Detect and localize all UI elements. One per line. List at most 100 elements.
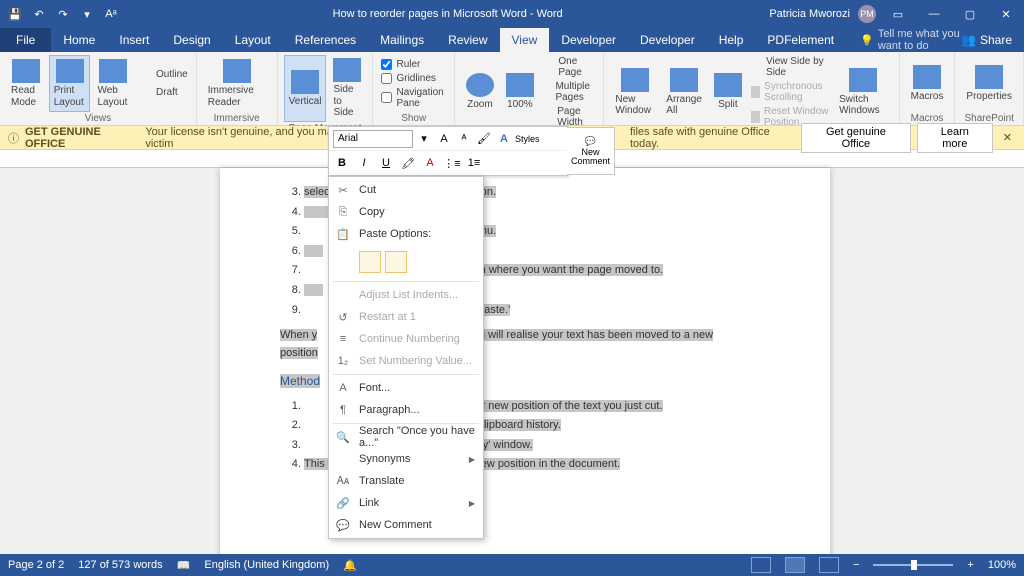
font-color2-icon[interactable]: A — [421, 154, 439, 172]
accessibility-icon[interactable]: 🔔 — [343, 559, 357, 572]
ctx-translate[interactable]: 🗛Translate — [329, 470, 483, 492]
zoom-out-icon[interactable]: − — [853, 559, 859, 571]
side-to-side-button[interactable]: Side to Side — [328, 55, 366, 122]
zoom-level[interactable]: 100% — [988, 559, 1016, 571]
maximize-icon[interactable]: ▢ — [956, 0, 984, 28]
tab-home[interactable]: Home — [51, 28, 107, 52]
draft-button[interactable]: Draft — [136, 85, 190, 101]
learn-more-button[interactable]: Learn more — [917, 123, 993, 153]
numbering-icon[interactable]: 1≡ — [465, 154, 483, 172]
macros-button[interactable]: Macros — [906, 55, 949, 112]
font-name-box[interactable]: Arial — [333, 130, 413, 148]
paste-keep-source-icon[interactable] — [359, 251, 381, 273]
read-mode-button[interactable]: Read Mode — [6, 55, 47, 112]
tab-view[interactable]: View — [500, 28, 550, 52]
paste-text-only-icon[interactable] — [385, 251, 407, 273]
zoom-slider[interactable] — [873, 564, 953, 566]
web-layout-view-icon[interactable] — [819, 557, 839, 573]
print-layout-button[interactable]: Print Layout — [49, 55, 91, 112]
gridlines-checkbox[interactable]: Gridlines — [379, 72, 447, 85]
status-bar: Page 2 of 2 127 of 573 words 📖 English (… — [0, 554, 1024, 576]
font-qa-icon[interactable]: Aᵃ — [100, 3, 122, 25]
switch-windows-button[interactable]: Switch Windows — [834, 55, 893, 129]
close-icon[interactable]: ✕ — [992, 0, 1020, 28]
multi-page-button[interactable]: Multiple Pages — [541, 80, 597, 104]
read-mode-view-icon[interactable] — [751, 557, 771, 573]
ctx-font[interactable]: AFont... — [329, 377, 483, 399]
highlight-icon[interactable]: 🖍 — [399, 154, 417, 172]
document-page[interactable]: selected, release the left mouse button.… — [220, 168, 830, 554]
font-icon: A — [335, 380, 351, 396]
tab-layout[interactable]: Layout — [223, 28, 283, 52]
language-indicator[interactable]: English (United Kingdom) — [204, 559, 329, 571]
web-layout-button[interactable]: Web Layout — [92, 55, 134, 112]
ctx-copy[interactable]: ⎘Copy — [329, 201, 483, 223]
window-title: How to reorder pages in Microsoft Word -… — [126, 8, 769, 20]
get-genuine-button[interactable]: Get genuine Office — [801, 123, 911, 153]
qa-more-icon[interactable]: ▾ — [76, 3, 98, 25]
bullets-icon[interactable]: ⋮≡ — [443, 154, 461, 172]
one-page-button[interactable]: One Page — [541, 55, 597, 79]
page-indicator[interactable]: Page 2 of 2 — [8, 559, 64, 571]
avatar[interactable]: PM — [858, 5, 876, 23]
zoom-in-icon[interactable]: + — [967, 559, 973, 571]
redo-icon[interactable]: ↷ — [52, 3, 74, 25]
spellcheck-icon[interactable]: 📖 — [177, 559, 191, 572]
shrink-font-icon[interactable]: ᴬ — [455, 130, 473, 148]
italic-icon[interactable]: I — [355, 154, 373, 172]
tab-developer2[interactable]: Developer — [628, 28, 707, 52]
font-size-box[interactable]: ▾ — [415, 130, 433, 148]
tab-help[interactable]: Help — [707, 28, 756, 52]
ruler-checkbox[interactable]: Ruler — [379, 58, 447, 71]
vertical-button[interactable]: Vertical — [284, 55, 327, 122]
share-button[interactable]: 👥 Share — [961, 33, 1012, 47]
zoom-button[interactable]: Zoom — [461, 55, 499, 129]
tab-file[interactable]: File — [0, 28, 51, 52]
ctx-set-numbering: 1₂Set Numbering Value... — [329, 350, 483, 372]
ribbon-options-icon[interactable]: ▭ — [884, 0, 912, 28]
ctx-synonyms[interactable]: Synonyms▶ — [329, 448, 483, 470]
new-window-button[interactable]: New Window — [610, 55, 659, 129]
tab-developer[interactable]: Developer — [549, 28, 628, 52]
undo-icon[interactable]: ↶ — [28, 3, 50, 25]
navpane-checkbox[interactable]: Navigation Pane — [379, 86, 447, 110]
user-name[interactable]: Patricia Mworozi — [769, 8, 850, 20]
comment2-icon: 💬 — [335, 517, 351, 533]
save-icon[interactable]: 💾 — [4, 3, 26, 25]
ctx-new-comment[interactable]: 💬New Comment — [329, 514, 483, 536]
tab-mailings[interactable]: Mailings — [368, 28, 436, 52]
tab-review[interactable]: Review — [436, 28, 499, 52]
styles-dropdown[interactable]: Styles — [515, 130, 540, 148]
view-side-by-side-button[interactable]: View Side by Side — [749, 55, 832, 79]
sync-scroll-button: Synchronous Scrolling — [749, 80, 832, 104]
tab-references[interactable]: References — [283, 28, 368, 52]
font-color-icon[interactable]: A — [495, 130, 513, 148]
context-menu: ✂Cut ⎘Copy 📋Paste Options: Adjust List I… — [328, 176, 484, 539]
msgbar-close-icon[interactable]: ✕ — [999, 131, 1016, 144]
outline-button[interactable]: Outline — [136, 67, 190, 83]
immersive-reader-button[interactable]: Immersive Reader — [203, 55, 271, 112]
ctx-paragraph[interactable]: ¶Paragraph... — [329, 399, 483, 421]
ctx-cut[interactable]: ✂Cut — [329, 179, 483, 201]
properties-button[interactable]: Properties — [961, 55, 1017, 112]
bold-icon[interactable]: B — [333, 154, 351, 172]
tab-design[interactable]: Design — [161, 28, 222, 52]
arrange-all-button[interactable]: Arrange All — [661, 55, 707, 129]
print-layout-view-icon[interactable] — [785, 557, 805, 573]
ctx-search[interactable]: 🔍Search "Once you have a..." — [329, 426, 483, 448]
tab-pdfelement[interactable]: PDFelement — [755, 28, 846, 52]
zoom-100-button[interactable]: 100% — [501, 55, 539, 129]
group-show-label: Show — [379, 112, 447, 124]
minimize-icon[interactable]: — — [920, 0, 948, 28]
underline-icon[interactable]: U — [377, 154, 395, 172]
word-count[interactable]: 127 of 573 words — [78, 559, 162, 571]
format-painter-icon[interactable]: 🖌 — [475, 130, 493, 148]
new-comment-button[interactable]: 💬 New Comment — [567, 127, 615, 175]
split-button[interactable]: Split — [709, 55, 747, 129]
ctx-continue-numbering: ≡Continue Numbering — [329, 328, 483, 350]
cut-icon: ✂ — [335, 182, 351, 198]
ctx-link[interactable]: 🔗Link▶ — [329, 492, 483, 514]
tab-insert[interactable]: Insert — [107, 28, 161, 52]
tell-me-search[interactable]: 💡 Tell me what you want to do — [860, 28, 961, 52]
grow-font-icon[interactable]: A — [435, 130, 453, 148]
